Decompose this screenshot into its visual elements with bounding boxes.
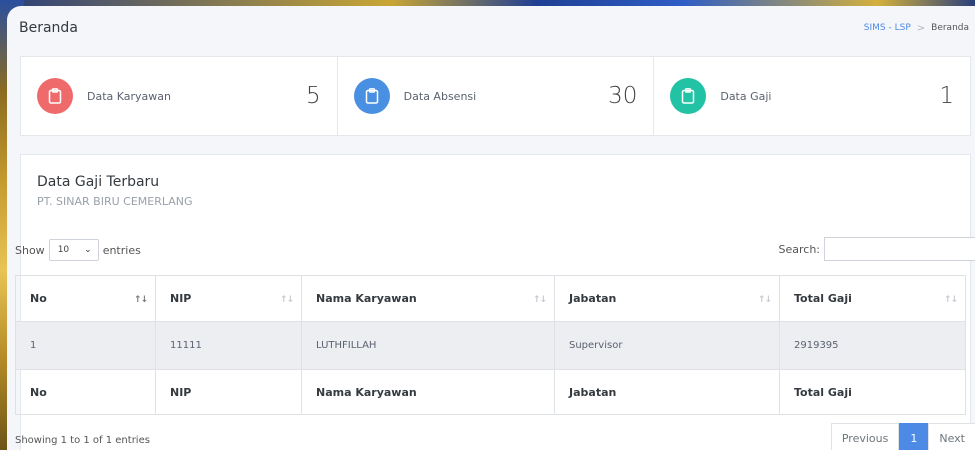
column-header-total-gaji[interactable]: Total Gaji ↑↓ xyxy=(779,275,966,322)
column-footer-total-gaji: Total Gaji xyxy=(779,369,966,415)
breadcrumb-separator-icon: > xyxy=(916,22,926,34)
breadcrumb: SIMS - LSP > Beranda xyxy=(864,23,969,34)
stat-label: Data Gaji xyxy=(720,89,772,103)
stat-label: Data Karyawan xyxy=(87,89,172,103)
table-header-row: No ↑↓ NIP ↑↓ Nama Karyawan ↑↓ Jabatan ↑↓ Tot… xyxy=(15,275,966,322)
search: Search: xyxy=(779,237,975,261)
previous-button[interactable]: Previous xyxy=(830,423,900,450)
table-cell: 1 xyxy=(15,321,156,370)
entries-label: entries xyxy=(102,243,141,257)
pagination: Previous 1 Next xyxy=(830,423,975,450)
column-footer-nama-karyawan: Nama Karyawan xyxy=(301,369,555,415)
stat-icon-circle xyxy=(37,78,73,114)
stat-value: 30 xyxy=(608,83,638,109)
search-input[interactable] xyxy=(824,237,975,261)
sort-icon: ↑↓ xyxy=(532,295,547,305)
entries-select[interactable]: 10 ⌄ xyxy=(48,239,99,261)
table-cell: 2919395 xyxy=(779,321,966,370)
table-cell: LUTHFILLAH xyxy=(301,321,555,370)
main-content: Beranda SIMS - LSP > Beranda Data Karyaw… xyxy=(7,6,975,450)
sort-icon: ↑↓ xyxy=(943,295,958,305)
stat-data-karyawan: Data Karyawan 5 xyxy=(21,57,338,135)
stat-value: 5 xyxy=(306,83,321,109)
column-header-no[interactable]: No ↑↓ xyxy=(15,275,156,322)
column-header-label: NIP xyxy=(170,292,192,305)
column-header-jabatan[interactable]: Jabatan ↑↓ xyxy=(554,275,780,322)
page-title: Beranda xyxy=(19,20,78,36)
content-header: Beranda SIMS - LSP > Beranda xyxy=(7,6,975,50)
column-footer-nip: NIP xyxy=(155,369,302,415)
clipboard-icon xyxy=(365,88,378,104)
table-info: Showing 1 to 1 of 1 entries xyxy=(15,435,150,446)
column-footer-jabatan: Jabatan xyxy=(554,369,780,415)
sort-icon: ↑↓ xyxy=(133,295,148,305)
page-button-1[interactable]: 1 xyxy=(899,423,929,450)
sort-icon: ↑↓ xyxy=(279,295,294,305)
breadcrumb-current: Beranda xyxy=(931,23,969,33)
salary-card: Data Gaji Terbaru PT. SINAR BIRU CEMERLA… xyxy=(15,154,975,450)
stat-icon-circle xyxy=(670,78,707,114)
show-label: Show xyxy=(15,243,45,257)
stat-icon-circle xyxy=(353,78,390,114)
column-header-label: Total Gaji xyxy=(794,292,852,305)
column-header-label: Nama Karyawan xyxy=(316,292,417,305)
breadcrumb-link-sims-lsp[interactable]: SIMS - LSP xyxy=(864,23,911,33)
chevron-down-icon: ⌄ xyxy=(84,245,92,255)
card-subtitle: PT. SINAR BIRU CEMERLANG xyxy=(37,195,193,208)
card-title: Data Gaji Terbaru xyxy=(37,174,160,190)
entries-select-value: 10 xyxy=(57,245,70,255)
column-header-nip[interactable]: NIP ↑↓ xyxy=(155,275,302,322)
stat-value: 1 xyxy=(939,83,955,109)
clipboard-icon xyxy=(682,88,695,104)
show-entries: Show 10 ⌄ entries xyxy=(15,239,141,261)
stat-label: Data Absensi xyxy=(403,89,477,103)
table-footer-row: No NIP Nama Karyawan Jabatan Total Gaji xyxy=(15,369,966,415)
table-cell: Supervisor xyxy=(554,321,780,370)
column-footer-no: No xyxy=(15,369,156,415)
stats-row: Data Karyawan 5 Data Absensi 30 Data Gaj… xyxy=(20,56,971,136)
search-label: Search: xyxy=(778,242,821,256)
table-cell: 11111 xyxy=(155,321,302,370)
salary-table: No ↑↓ NIP ↑↓ Nama Karyawan ↑↓ Jabatan ↑↓ Tot… xyxy=(15,275,966,415)
column-header-label: No xyxy=(30,292,47,305)
clipboard-icon xyxy=(48,88,62,104)
sort-icon: ↑↓ xyxy=(757,295,772,305)
stat-data-gaji: Data Gaji 1 xyxy=(654,57,970,135)
table-row: 1 11111 LUTHFILLAH Supervisor 2919395 xyxy=(15,321,966,370)
stat-data-absensi: Data Absensi 30 xyxy=(338,57,655,135)
next-button[interactable]: Next xyxy=(928,423,975,450)
column-header-label: Jabatan xyxy=(569,292,617,305)
column-header-nama-karyawan[interactable]: Nama Karyawan ↑↓ xyxy=(301,275,555,322)
